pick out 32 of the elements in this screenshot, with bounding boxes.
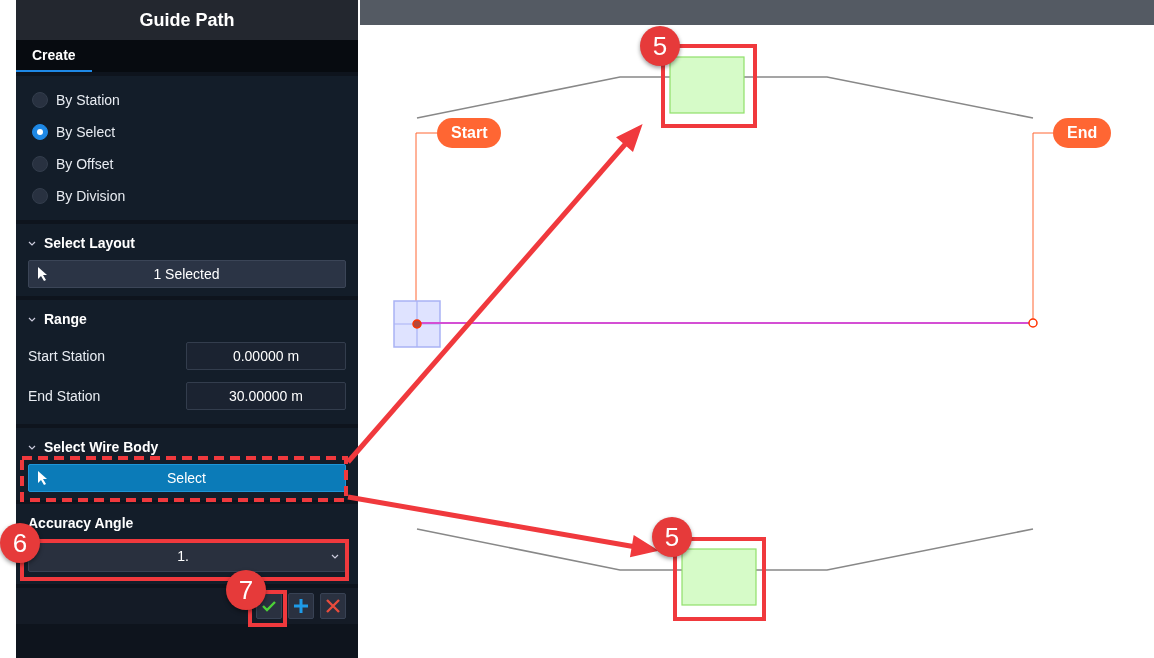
caret-icon <box>331 553 339 559</box>
field-label: End Station <box>28 386 101 406</box>
radio-label: By Select <box>56 122 116 142</box>
snap-box-icon <box>393 300 441 348</box>
radio-label: By Division <box>56 186 126 206</box>
select-button[interactable]: Select <box>28 464 346 492</box>
section-title: Accuracy Angle <box>28 513 134 533</box>
section-title: Select Layout <box>44 233 136 253</box>
input-field[interactable]: 0.00000 m <box>186 342 346 370</box>
field-label: Start Station <box>28 346 106 366</box>
close-icon <box>325 598 341 614</box>
select-button[interactable]: 1 Selected <box>28 260 346 288</box>
radio-button[interactable] <box>32 92 48 108</box>
point-label: Start <box>437 118 502 148</box>
radio-label: By Station <box>56 90 120 110</box>
add-button[interactable] <box>288 593 314 619</box>
radio-button[interactable] <box>32 124 48 140</box>
radio-button[interactable] <box>32 156 48 172</box>
check-icon <box>261 598 277 614</box>
cancel-button[interactable] <box>320 593 346 619</box>
cursor-icon <box>37 470 48 486</box>
point-label: End <box>1053 118 1112 148</box>
radio-label: By Offset <box>56 154 114 174</box>
section-title: Range <box>44 309 87 329</box>
cursor-icon <box>37 266 48 282</box>
input-field[interactable]: 30.00000 m <box>186 382 346 410</box>
plus-icon <box>293 598 309 614</box>
radio-button[interactable] <box>32 188 48 204</box>
panel-title: Guide Path <box>16 0 358 40</box>
section-title: Select Wire Body <box>44 437 159 457</box>
start-point-marker <box>412 319 422 329</box>
end-point-marker <box>1028 318 1038 328</box>
